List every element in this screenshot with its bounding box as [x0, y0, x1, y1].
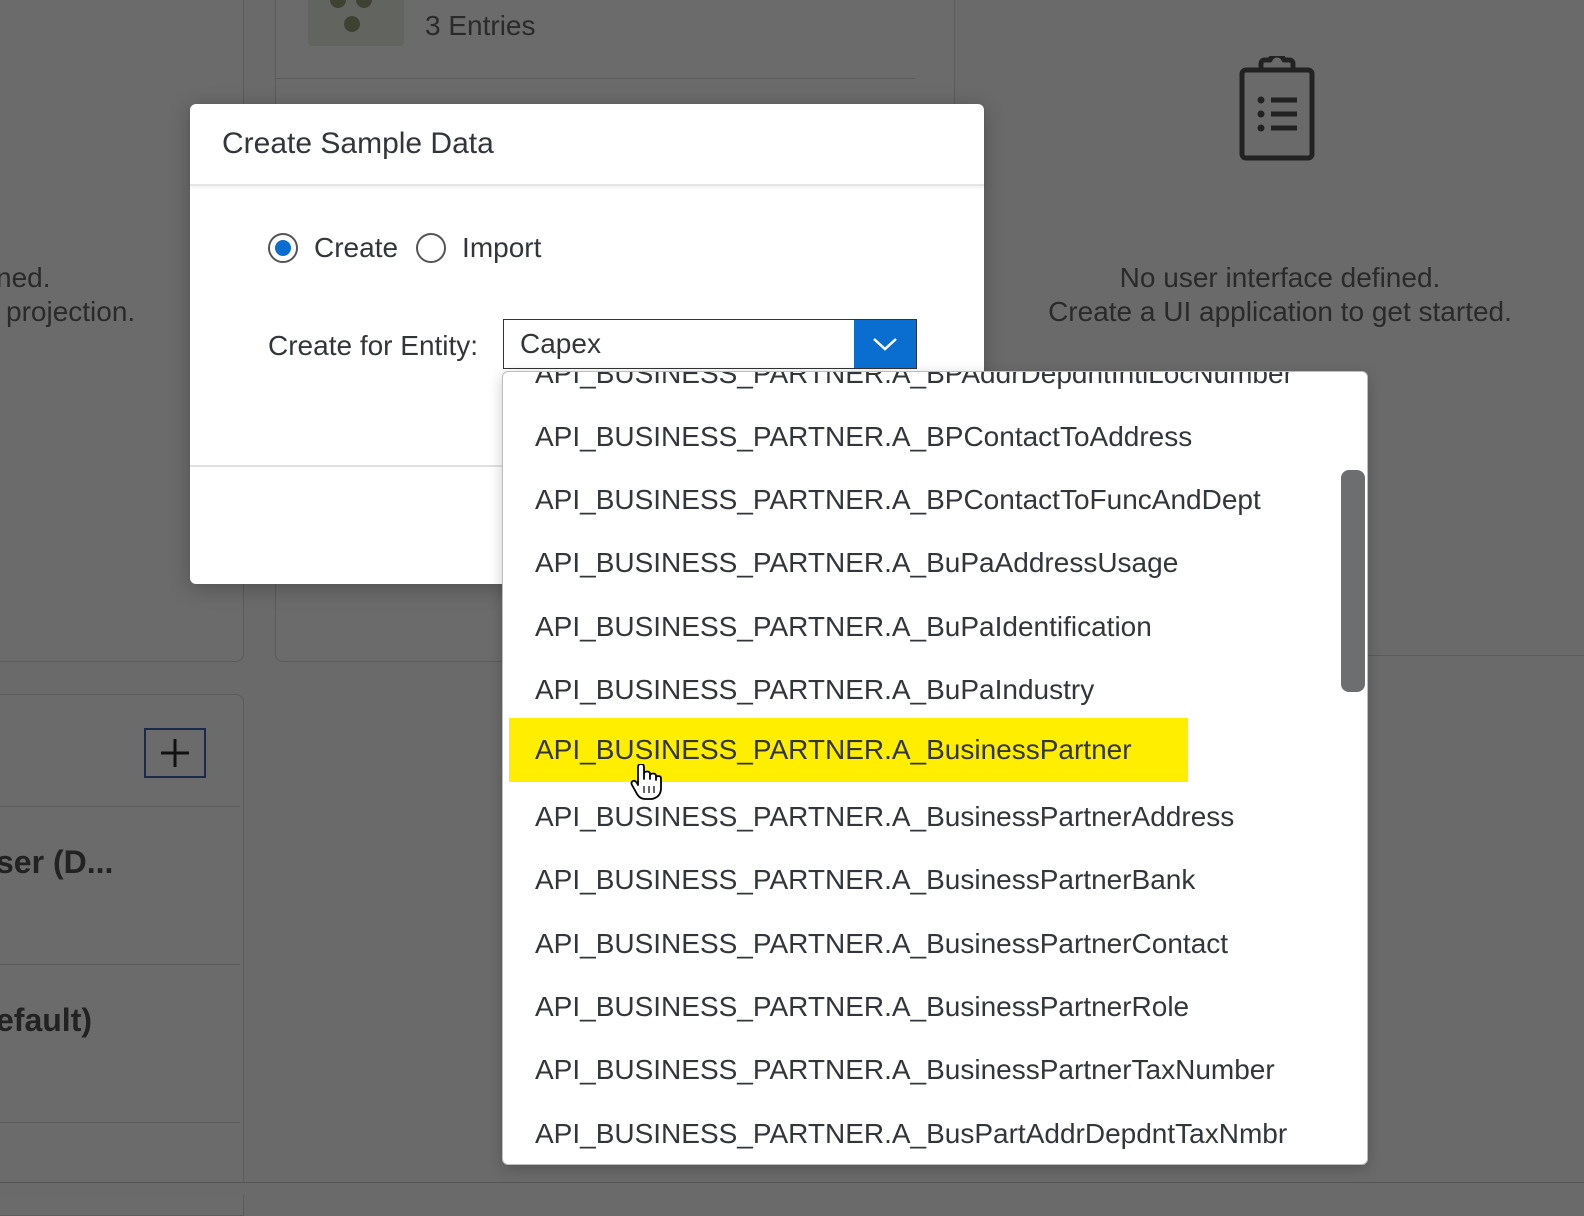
no-ui-message: No user interface defined.: [1119, 262, 1441, 293]
entries-thumbnail: [308, 0, 404, 46]
divider: [0, 964, 240, 965]
create-radio[interactable]: [268, 233, 298, 263]
list-item-title[interactable]: efault): [0, 1002, 92, 1039]
mode-radio-group: Create Import: [268, 232, 559, 264]
dropdown-option[interactable]: API_BUSINESS_PARTNER.A_BuPaIdentificatio…: [509, 595, 1208, 659]
dropdown-option[interactable]: API_BUSINESS_PARTNER.A_BusPartAddrDepdnt…: [509, 1102, 1343, 1164]
entity-label: Create for Entity:: [268, 330, 479, 361]
no-ui-hint: Create a UI application to get started.: [1048, 296, 1512, 327]
dropdown-option[interactable]: API_BUSINESS_PARTNER.A_BuPaIndustry: [509, 658, 1150, 722]
dropdown-option[interactable]: API_BUSINESS_PARTNER.A_BPContactToFuncAn…: [509, 468, 1317, 532]
dropdown-option-highlighted[interactable]: API_BUSINESS_PARTNER.A_BusinessPartner: [509, 718, 1188, 782]
entity-select-value[interactable]: Capex: [504, 320, 854, 368]
partial-text: projection.: [6, 296, 136, 327]
dropdown-option[interactable]: API_BUSINESS_PARTNER.A_BusinessPartnerAd…: [509, 785, 1290, 849]
bottom-bar: [0, 1182, 1584, 1195]
entity-select[interactable]: Capex: [503, 319, 917, 369]
dropdown-option[interactable]: API_BUSINESS_PARTNER.A_BusinessPartnerCo…: [509, 912, 1284, 976]
clipboard-list-icon: [1239, 52, 1315, 167]
plus-icon: [161, 739, 189, 767]
dialog-title: Create Sample Data: [190, 104, 984, 186]
add-button[interactable]: [144, 728, 206, 778]
dropdown-option[interactable]: API_BUSINESS_PARTNER.A_BPAddrDepdntIntlL…: [509, 372, 1349, 406]
partial-text: ned.: [0, 262, 51, 293]
divider: [0, 1122, 240, 1123]
list-panel: [0, 694, 244, 1216]
dropdown-arrow-button[interactable]: [854, 320, 916, 368]
create-radio-label[interactable]: Create: [314, 232, 398, 264]
import-radio-label[interactable]: Import: [462, 232, 541, 264]
hand-cursor-icon: [630, 763, 664, 805]
list-item-title[interactable]: ser (D...: [0, 844, 113, 881]
dropdown-option[interactable]: API_BUSINESS_PARTNER.A_BusinessPartnerTa…: [509, 1038, 1331, 1102]
dropdown-option[interactable]: API_BUSINESS_PARTNER.A_BusinessPartnerBa…: [509, 848, 1251, 912]
import-radio[interactable]: [416, 233, 447, 263]
dropdown-option[interactable]: API_BUSINESS_PARTNER.A_BPContactToAddres…: [509, 405, 1248, 469]
divider: [0, 806, 240, 807]
divider: [1364, 655, 1584, 656]
entries-count: 3 Entries: [425, 10, 536, 41]
dropdown-option[interactable]: API_BUSINESS_PARTNER.A_BuPaAddressUsage: [509, 531, 1234, 595]
scrollbar-thumb[interactable]: [1341, 470, 1365, 692]
divider: [275, 78, 915, 79]
chevron-down-icon: [873, 338, 897, 351]
dropdown-option[interactable]: API_BUSINESS_PARTNER.A_BusinessPartnerRo…: [509, 975, 1245, 1039]
